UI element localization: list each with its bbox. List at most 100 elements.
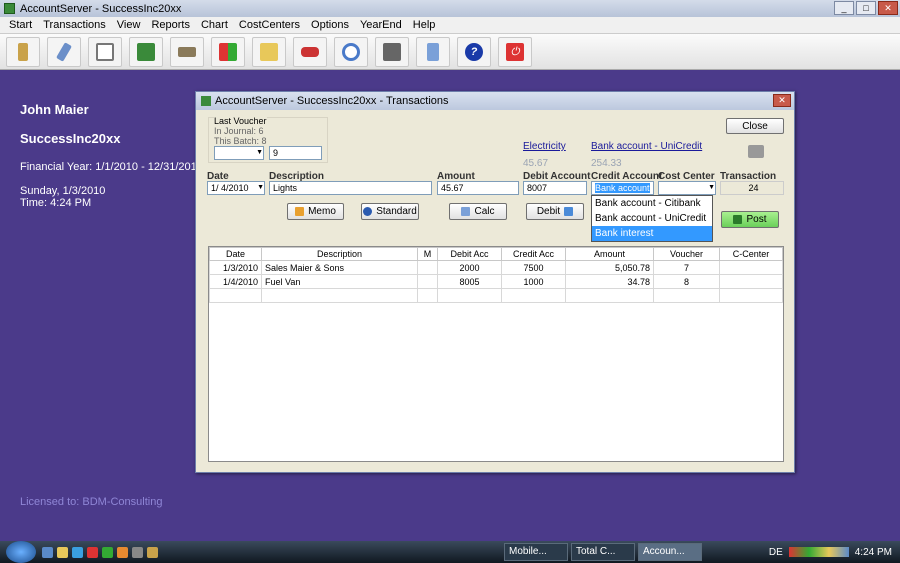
scales-button[interactable] <box>170 36 204 67</box>
user-name: John Maier <box>20 102 89 117</box>
cell-debit: 8005 <box>437 274 502 289</box>
app-icon[interactable] <box>102 546 113 558</box>
task-total[interactable]: Total C... <box>571 543 635 561</box>
credit-account-link[interactable]: Bank account - UniCredit <box>591 141 702 152</box>
help-icon: ? <box>465 42 483 61</box>
help-button[interactable]: ? <box>457 36 491 67</box>
menu-yearend[interactable]: YearEnd <box>360 19 402 31</box>
camera-icon[interactable] <box>748 145 764 158</box>
col-credit-acc[interactable]: Credit Acc <box>501 247 566 261</box>
cell-voucher: 8 <box>653 274 720 289</box>
credit-account-field[interactable]: Bank account <box>591 181 654 195</box>
date-value: 1/ 4/2010 <box>211 183 249 193</box>
grid-icon <box>96 42 114 61</box>
table-row[interactable]: 1/3/2010 Sales Maier & Sons 2000 7500 5,… <box>209 260 783 275</box>
cell-c-center <box>719 274 783 289</box>
menu-options[interactable]: Options <box>311 19 349 31</box>
clock[interactable]: 4:24 PM <box>855 547 892 558</box>
task-mobile[interactable]: Mobile... <box>504 543 568 561</box>
start-button[interactable] <box>6 541 36 563</box>
col-debit-acc[interactable]: Debit Acc <box>437 247 502 261</box>
standard-button[interactable]: Standard <box>361 203 419 220</box>
grid-button[interactable] <box>88 36 122 67</box>
menu-costcenters[interactable]: CostCenters <box>239 19 300 31</box>
window-title: AccountServer - SuccessInc20xx <box>20 2 182 15</box>
media-icon[interactable] <box>147 546 158 558</box>
cell-m <box>417 260 438 275</box>
explorer-icon[interactable] <box>42 546 53 558</box>
car-button[interactable] <box>293 36 327 67</box>
table-row[interactable]: 1/4/2010 Fuel Van 8005 1000 34.78 8 <box>209 274 783 289</box>
cell-amount: 5,050.78 <box>565 260 654 275</box>
folder-icon <box>260 42 278 61</box>
current-time: Time: 4:24 PM <box>20 197 92 209</box>
tray-icons[interactable] <box>788 547 849 557</box>
search-button[interactable] <box>334 36 368 67</box>
transactions-grid[interactable]: Date Description M Debit Acc Credit Acc … <box>208 246 784 462</box>
print-button[interactable] <box>375 36 409 67</box>
dialog-title: AccountServer - SuccessInc20xx - Transac… <box>215 95 449 107</box>
col-c-center[interactable]: C-Center <box>719 247 783 261</box>
credit-account-dropdown[interactable]: Bank account - Citibank Bank account - U… <box>591 195 713 242</box>
menu-view[interactable]: View <box>117 19 141 31</box>
description-field[interactable]: Lights <box>269 181 432 195</box>
debit-button[interactable]: Debit <box>526 203 584 220</box>
calculator-icon <box>427 42 439 61</box>
menu-help[interactable]: Help <box>413 19 436 31</box>
dropdown-option[interactable]: Bank account - Citibank <box>592 196 712 211</box>
calc-button[interactable]: Calc <box>449 203 507 220</box>
amount-field[interactable]: 45.67 <box>437 181 519 195</box>
memo-button[interactable]: Memo <box>287 203 344 220</box>
batch-select[interactable]: ▼ <box>214 146 264 160</box>
transactions-dialog: AccountServer - SuccessInc20xx - Transac… <box>195 91 795 473</box>
cost-center-select[interactable]: ▼ <box>658 181 716 195</box>
transfer-button[interactable] <box>211 36 245 67</box>
cell-description: Sales Maier & Sons <box>261 260 418 275</box>
memo-label: Memo <box>308 206 336 217</box>
dialog-close-icon[interactable]: ✕ <box>773 94 791 107</box>
tool-icon[interactable] <box>132 546 143 558</box>
minimize-button[interactable]: _ <box>834 1 854 15</box>
dropdown-option-selected[interactable]: Bank interest <box>592 226 712 241</box>
dropdown-option[interactable]: Bank account - UniCredit <box>592 211 712 226</box>
financial-year: Financial Year: 1/1/2010 - 12/31/2010 <box>20 161 203 173</box>
book-button[interactable] <box>129 36 163 67</box>
exit-button[interactable]: ⏻ <box>498 36 532 67</box>
menu-chart[interactable]: Chart <box>201 19 228 31</box>
system-tray: DE 4:24 PM <box>769 547 892 558</box>
folder-button[interactable] <box>252 36 286 67</box>
pen-button[interactable] <box>47 36 81 67</box>
col-amount[interactable]: Amount <box>565 247 654 261</box>
calculator-button[interactable] <box>416 36 450 67</box>
language-indicator[interactable]: DE <box>769 547 783 558</box>
debit-account-link[interactable]: Electricity <box>523 141 566 152</box>
table-row-empty[interactable] <box>209 288 783 303</box>
browser-icon[interactable] <box>72 546 83 558</box>
app-icon <box>4 3 15 14</box>
post-button[interactable]: Post <box>721 211 779 228</box>
folder-icon[interactable] <box>57 546 68 558</box>
menu-reports[interactable]: Reports <box>151 19 190 31</box>
menu-start[interactable]: Start <box>9 19 32 31</box>
debit-account-field[interactable]: 8007 <box>523 181 587 195</box>
close-button[interactable]: Close <box>726 118 784 134</box>
credit-account-value: Bank account <box>595 183 650 193</box>
col-m[interactable]: M <box>417 247 438 261</box>
this-batch: This Batch: 8 <box>214 136 267 146</box>
maximize-button[interactable]: □ <box>856 1 876 15</box>
col-date[interactable]: Date <box>209 247 262 261</box>
col-description[interactable]: Description <box>261 247 418 261</box>
menu-bar: Start Transactions View Reports Chart Co… <box>0 17 900 34</box>
dialog-titlebar: AccountServer - SuccessInc20xx - Transac… <box>196 92 794 110</box>
col-voucher[interactable]: Voucher <box>653 247 720 261</box>
menu-transactions[interactable]: Transactions <box>43 19 106 31</box>
date-field[interactable]: 1/ 4/2010 ▼ <box>207 181 265 195</box>
debit-balance: 45.67 <box>523 158 549 169</box>
task-accountserver[interactable]: Accoun... <box>638 543 702 561</box>
pdf-icon[interactable] <box>87 546 98 558</box>
batch-field[interactable]: 9 <box>269 146 322 160</box>
close-window-button[interactable]: ✕ <box>878 1 898 15</box>
ledger-button[interactable] <box>6 36 40 67</box>
firefox-icon[interactable] <box>117 546 128 558</box>
credit-balance: 254.33 <box>591 158 622 169</box>
